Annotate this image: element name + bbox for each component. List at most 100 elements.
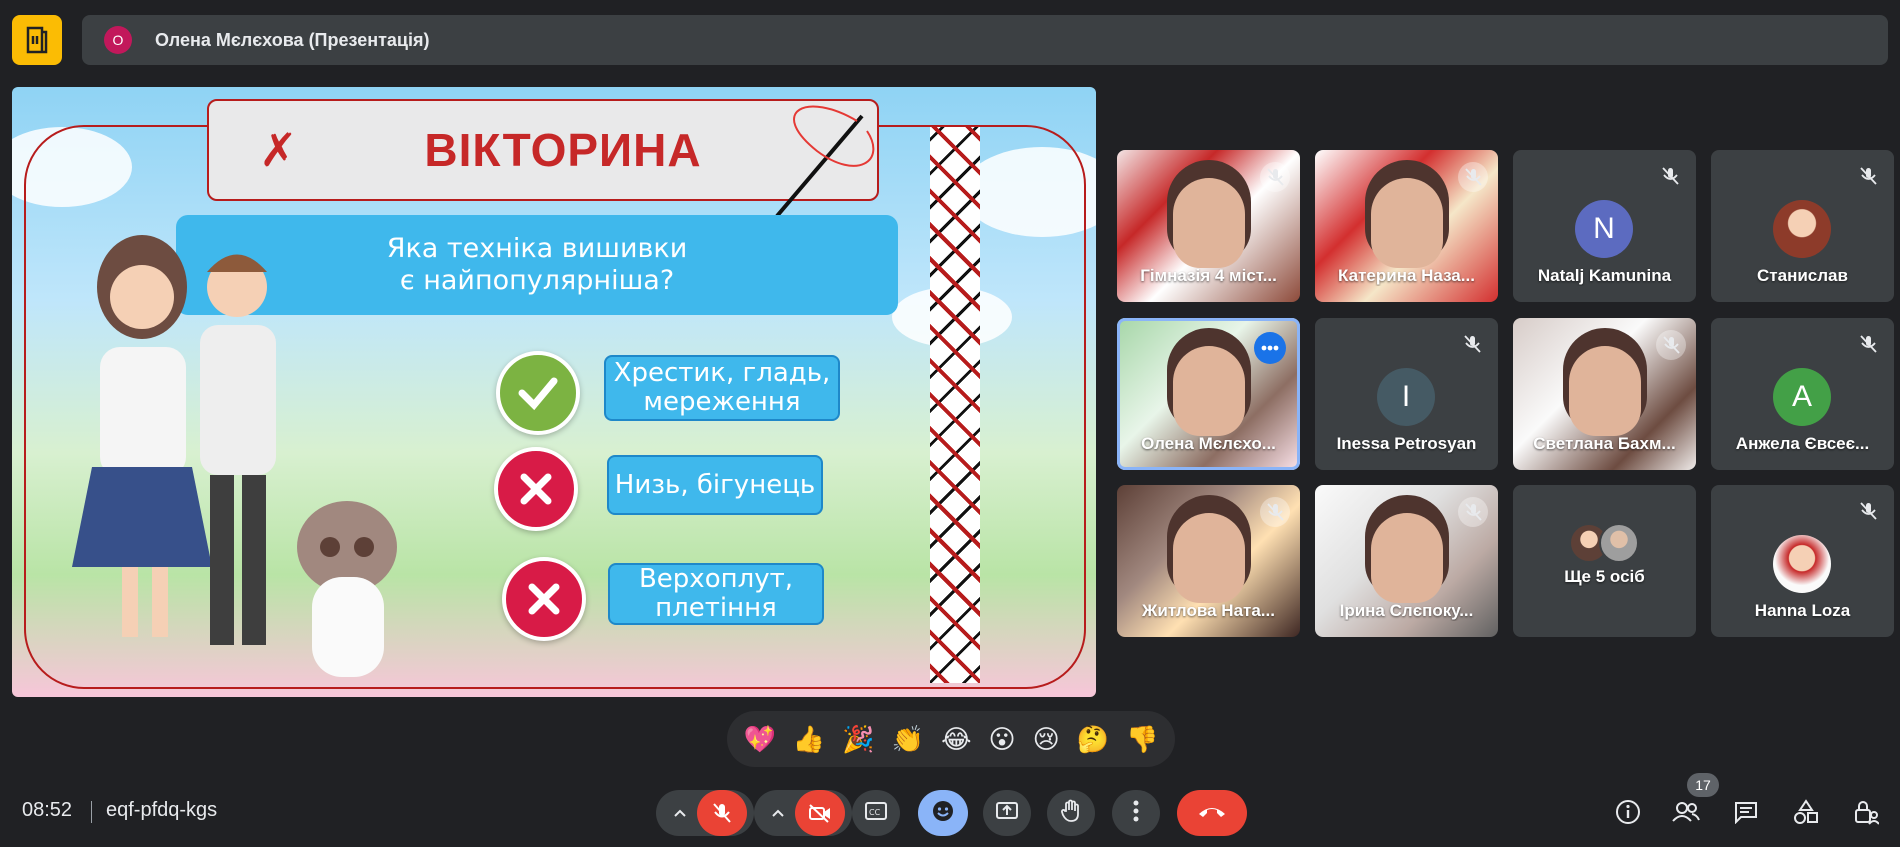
participant-name: Светлана Бахм... (1533, 434, 1676, 453)
participant-name: Катерина Наза... (1338, 266, 1475, 285)
mic-off-icon (1458, 497, 1488, 527)
correct-answer-icon (496, 351, 580, 435)
mic-off-icon (1856, 499, 1880, 523)
avatar (1773, 535, 1831, 593)
participant-tile[interactable]: Ще 5 осіб (1513, 485, 1696, 637)
mic-off-icon (1856, 332, 1880, 356)
leave-call-button[interactable] (1177, 790, 1247, 836)
activities-button[interactable] (1788, 796, 1824, 832)
participant-video (1569, 346, 1641, 436)
info-icon (1615, 799, 1641, 830)
chevron-up-icon[interactable] (761, 808, 795, 818)
mic-off-icon (1260, 497, 1290, 527)
mic-off-icon (1658, 164, 1682, 188)
more-options-button[interactable] (1112, 790, 1160, 836)
participant-video (1371, 178, 1443, 268)
people-button[interactable] (1668, 796, 1704, 832)
host-controls-button[interactable] (1848, 796, 1884, 832)
smiley-icon (931, 799, 955, 828)
footer-divider (91, 801, 92, 823)
cross-stitch-icon: ✗ (259, 124, 298, 176)
top-bar: О Олена Мєлєхова (Презентація) (0, 0, 1900, 80)
mic-off-icon[interactable] (697, 790, 747, 836)
mic-off-icon (1260, 162, 1290, 192)
participant-tile[interactable]: Катерина Наза... (1315, 150, 1498, 302)
mic-off-icon (1656, 330, 1686, 360)
avatar: N (1575, 200, 1633, 258)
reaction-emoji[interactable]: 😢 (1033, 726, 1060, 752)
raise-hand-button[interactable] (1047, 790, 1095, 836)
participant-tile[interactable]: Hanna Loza (1711, 485, 1894, 637)
microphone-control[interactable] (656, 790, 754, 836)
wrong-answer-icon (494, 447, 578, 531)
participant-tile[interactable]: А Анжела Євсеє... (1711, 318, 1894, 470)
speaking-indicator-icon[interactable] (1254, 332, 1286, 364)
participant-video (1173, 178, 1245, 268)
participant-tile[interactable]: Светлана Бахм... (1513, 318, 1696, 470)
participant-name: Inessa Petrosyan (1336, 434, 1477, 453)
wrong-answer-icon (502, 557, 586, 641)
participant-count-badge: 17 (1687, 773, 1719, 797)
participant-tile[interactable]: Гімназія 4 міст... (1117, 150, 1300, 302)
participant-tile[interactable]: Житлова Ната... (1117, 485, 1300, 637)
meeting-code: eqf-pfdq-kgs (106, 799, 218, 821)
chat-button[interactable] (1728, 796, 1764, 832)
avatar: А (1773, 368, 1831, 426)
participant-video (1173, 513, 1245, 603)
participant-name: Гімназія 4 міст... (1140, 266, 1277, 285)
hand-icon (1060, 799, 1082, 828)
participant-tile[interactable]: Олена Мєлєхо... (1117, 318, 1300, 470)
reaction-emoji[interactable]: 💖 (744, 726, 776, 752)
reaction-emoji[interactable]: 😂 (941, 726, 971, 752)
more-vert-icon (1133, 800, 1139, 827)
reaction-emoji[interactable]: 👍 (793, 726, 825, 752)
reaction-emoji[interactable]: 👏 (892, 726, 924, 752)
reaction-emoji[interactable]: 🤔 (1077, 726, 1109, 752)
chevron-up-icon[interactable] (663, 808, 697, 818)
presenter-avatar: О (104, 26, 132, 54)
end-call-icon (1197, 804, 1227, 823)
mic-off-icon (1460, 332, 1484, 356)
meeting-details-button[interactable] (1610, 796, 1646, 832)
participant-video (1173, 346, 1245, 436)
people-icon (1671, 800, 1701, 829)
quiz-title: ВІКТОРИНА (424, 124, 702, 176)
avatar (1773, 200, 1831, 258)
participant-tile[interactable]: I Inessa Petrosyan (1315, 318, 1498, 470)
children-illustration (72, 235, 397, 677)
captions-button[interactable]: CC (852, 790, 900, 836)
mic-off-icon (1458, 162, 1488, 192)
present-screen-button[interactable] (983, 790, 1031, 836)
answer-option-1: Хрестик, гладь, мереження (604, 355, 840, 421)
activities-icon (1793, 798, 1819, 830)
embroidery-ornament (930, 127, 980, 683)
meet-rooms-icon[interactable] (12, 15, 62, 65)
participant-name: Житлова Ната... (1142, 601, 1275, 620)
avatar: I (1377, 368, 1435, 426)
participant-name: Natalj Kamunina (1537, 266, 1672, 285)
participant-tile[interactable]: N Natalj Kamunina (1513, 150, 1696, 302)
meeting-time: 08:52 (22, 799, 73, 821)
presentation-slide: ✗ ВІКТОРИНА Яка техніка вишивки є найпоп… (12, 87, 1096, 697)
answer-option-2: Низь, бігунець (607, 455, 823, 515)
participant-name: Анжела Євсеє... (1735, 434, 1870, 453)
present-screen-icon (995, 801, 1019, 826)
mic-off-icon (1856, 164, 1880, 188)
svg-text:CC: CC (869, 808, 881, 817)
participant-name: Hanna Loza (1754, 601, 1851, 620)
reaction-emoji[interactable]: 😮 (988, 726, 1015, 752)
reaction-emoji[interactable]: 🎉 (842, 726, 874, 752)
participant-video (1371, 513, 1443, 603)
presenter-bar[interactable]: О Олена Мєлєхова (Презентація) (82, 15, 1888, 65)
reactions-bar: 💖 👍 🎉 👏 😂 😮 😢 🤔 👎 (727, 711, 1175, 767)
participant-name: Станислав (1757, 266, 1848, 285)
presenter-label: Олена Мєлєхова (Презентація) (155, 29, 430, 50)
camera-control[interactable] (754, 790, 852, 836)
reaction-emoji[interactable]: 👎 (1126, 726, 1158, 752)
participant-tile[interactable]: Ірина Слєпоку... (1315, 485, 1498, 637)
stacked-avatars (1569, 523, 1641, 563)
participant-tile[interactable]: Станислав (1711, 150, 1894, 302)
participant-name: Олена Мєлєхо... (1141, 434, 1276, 453)
camera-off-icon[interactable] (795, 790, 845, 836)
emoji-reactions-button[interactable] (918, 790, 968, 836)
